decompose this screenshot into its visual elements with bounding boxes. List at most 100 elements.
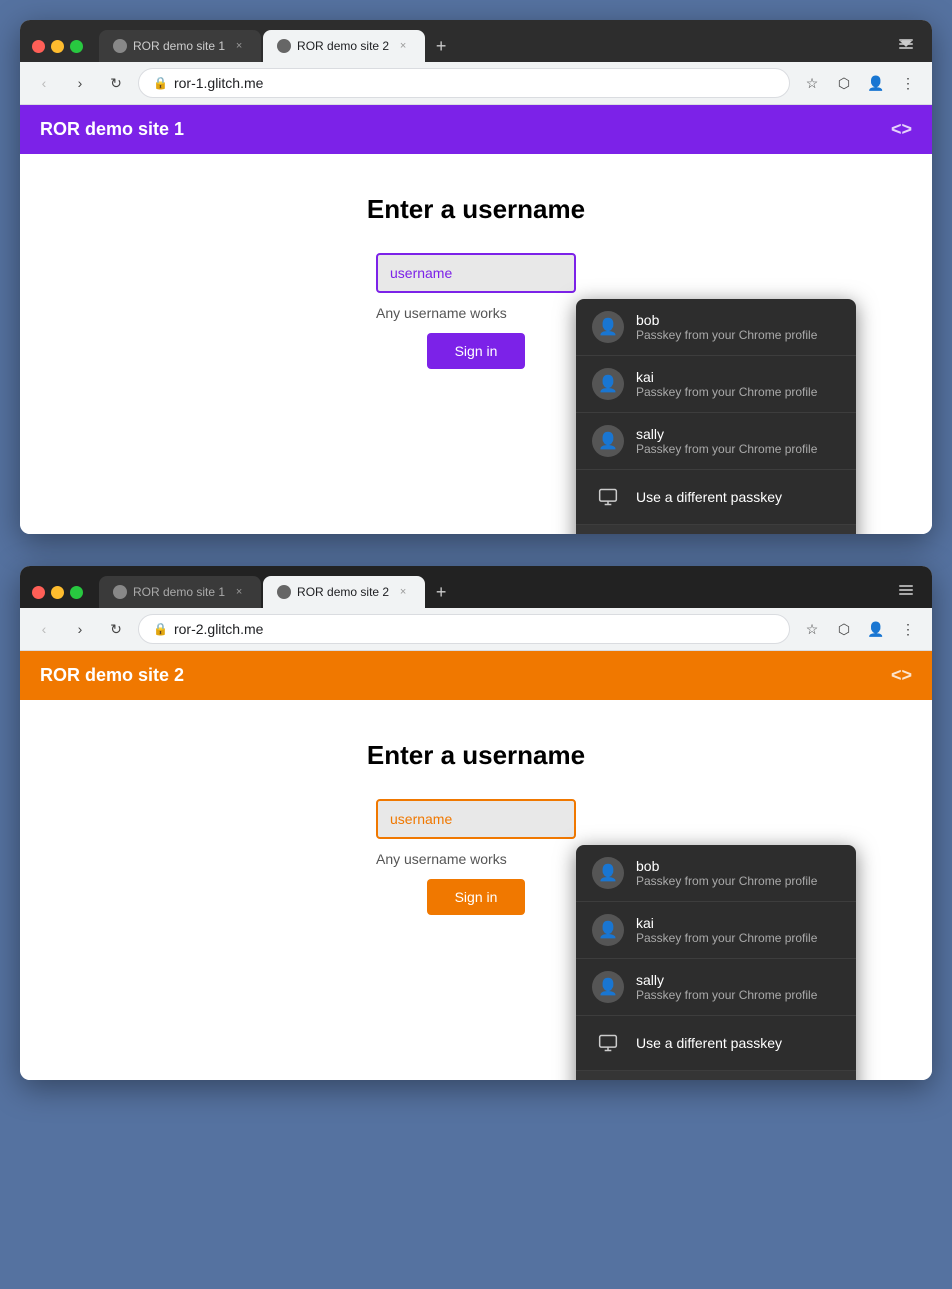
url-text-1: ror-1.glitch.me bbox=[174, 75, 775, 91]
tab-close-3[interactable]: × bbox=[231, 584, 247, 600]
page-title-2: Enter a username bbox=[40, 740, 912, 771]
user-avatar-sally-2: 👤 bbox=[592, 971, 624, 1003]
bookmark-button-1[interactable]: ☆ bbox=[798, 69, 826, 97]
titlebar-1: ROR demo site 1 × ROR demo site 2 × + bbox=[20, 20, 932, 62]
passkey-dropdown-2: 👤 bob Passkey from your Chrome profile 👤… bbox=[576, 845, 856, 1080]
passkey-item-kai-1[interactable]: 👤 kai Passkey from your Chrome profile bbox=[576, 356, 856, 413]
passkey-item-sally-1[interactable]: 👤 sally Passkey from your Chrome profile bbox=[576, 413, 856, 470]
browser-window-2: ROR demo site 1 × ROR demo site 2 × + ‹ … bbox=[20, 566, 932, 1080]
site-title-1: ROR demo site 1 bbox=[40, 119, 184, 140]
extension-button-1[interactable]: ⬡ bbox=[830, 69, 858, 97]
back-button-2[interactable]: ‹ bbox=[30, 615, 58, 643]
manage-passwords-1[interactable]: Manage passwords and passkeys... G🔑 bbox=[576, 525, 856, 534]
passkey-name-sally-2: sally bbox=[636, 972, 817, 988]
refresh-button-2[interactable]: ↻ bbox=[102, 615, 130, 643]
address-bar-1[interactable]: 🔒 ror-1.glitch.me bbox=[138, 68, 790, 98]
tab-2-site1[interactable]: ROR demo site 1 × bbox=[99, 576, 261, 608]
navbar-2: ‹ › ↻ 🔒 ror-2.glitch.me ☆ ⬡ 👤 ⋮ bbox=[20, 608, 932, 651]
maximize-button-2[interactable] bbox=[70, 586, 83, 599]
url-text-2: ror-2.glitch.me bbox=[174, 621, 775, 637]
page-content-2: Enter a username 👤 bob Passkey from your… bbox=[20, 700, 932, 1080]
tab-1-site1[interactable]: ROR demo site 1 × bbox=[99, 30, 261, 62]
passkey-info-bob-1: bob Passkey from your Chrome profile bbox=[636, 312, 817, 342]
address-bar-2[interactable]: 🔒 ror-2.glitch.me bbox=[138, 614, 790, 644]
tab-overflow-1[interactable] bbox=[892, 30, 920, 58]
passkey-sub-kai-1: Passkey from your Chrome profile bbox=[636, 385, 817, 399]
passkey-info-kai-2: kai Passkey from your Chrome profile bbox=[636, 915, 817, 945]
tab-close-4[interactable]: × bbox=[395, 584, 411, 600]
passkey-name-kai-1: kai bbox=[636, 369, 817, 385]
navbar-1: ‹ › ↻ 🔒 ror-1.glitch.me ☆ ⬡ 👤 ⋮ bbox=[20, 62, 932, 105]
tab-overflow-2[interactable] bbox=[892, 576, 920, 604]
tabs-bar-2: ROR demo site 1 × ROR demo site 2 × + bbox=[99, 576, 920, 608]
passkey-sub-bob-1: Passkey from your Chrome profile bbox=[636, 328, 817, 342]
device-icon-1 bbox=[592, 481, 624, 513]
new-tab-button-1[interactable]: + bbox=[427, 32, 455, 60]
use-different-passkey-2[interactable]: Use a different passkey bbox=[576, 1016, 856, 1071]
use-different-passkey-1[interactable]: Use a different passkey bbox=[576, 470, 856, 525]
refresh-button-1[interactable]: ↻ bbox=[102, 69, 130, 97]
site-title-2: ROR demo site 2 bbox=[40, 665, 184, 686]
passkey-name-bob-1: bob bbox=[636, 312, 817, 328]
profile-button-2[interactable]: 👤 bbox=[862, 615, 890, 643]
maximize-button-1[interactable] bbox=[70, 40, 83, 53]
nav-actions-2: ☆ ⬡ 👤 ⋮ bbox=[798, 615, 922, 643]
close-button-2[interactable] bbox=[32, 586, 45, 599]
menu-button-2[interactable]: ⋮ bbox=[894, 615, 922, 643]
profile-button-1[interactable]: 👤 bbox=[862, 69, 890, 97]
username-input-2[interactable] bbox=[376, 799, 576, 839]
code-icon-2[interactable]: <> bbox=[891, 665, 912, 686]
passkey-sub-bob-2: Passkey from your Chrome profile bbox=[636, 874, 817, 888]
user-avatar-kai-1: 👤 bbox=[592, 368, 624, 400]
tab-label-2: ROR demo site 2 bbox=[297, 39, 389, 53]
tab-1-site2[interactable]: ROR demo site 2 × bbox=[263, 30, 425, 62]
nav-actions-1: ☆ ⬡ 👤 ⋮ bbox=[798, 69, 922, 97]
tab-label-3: ROR demo site 1 bbox=[133, 585, 225, 599]
back-button-1[interactable]: ‹ bbox=[30, 69, 58, 97]
titlebar-2: ROR demo site 1 × ROR demo site 2 × + bbox=[20, 566, 932, 608]
passkey-item-sally-2[interactable]: 👤 sally Passkey from your Chrome profile bbox=[576, 959, 856, 1016]
user-avatar-bob-1: 👤 bbox=[592, 311, 624, 343]
form-area-1: 👤 bob Passkey from your Chrome profile 👤… bbox=[40, 253, 912, 369]
site-header-1: ROR demo site 1 <> bbox=[20, 105, 932, 154]
username-input-1[interactable] bbox=[376, 253, 576, 293]
close-button-1[interactable] bbox=[32, 40, 45, 53]
new-tab-button-2[interactable]: + bbox=[427, 578, 455, 606]
bookmark-button-2[interactable]: ☆ bbox=[798, 615, 826, 643]
forward-button-2[interactable]: › bbox=[66, 615, 94, 643]
passkey-item-kai-2[interactable]: 👤 kai Passkey from your Chrome profile bbox=[576, 902, 856, 959]
tab-2-site2[interactable]: ROR demo site 2 × bbox=[263, 576, 425, 608]
page-content-1: Enter a username 👤 bob Passkey from your… bbox=[20, 154, 932, 534]
passkey-item-bob-1[interactable]: 👤 bob Passkey from your Chrome profile bbox=[576, 299, 856, 356]
tabs-bar-1: ROR demo site 1 × ROR demo site 2 × + bbox=[99, 30, 920, 62]
forward-button-1[interactable]: › bbox=[66, 69, 94, 97]
minimize-button-1[interactable] bbox=[51, 40, 64, 53]
passkey-dropdown-1: 👤 bob Passkey from your Chrome profile 👤… bbox=[576, 299, 856, 534]
any-username-text-1: Any username works bbox=[376, 305, 507, 321]
window-controls-1 bbox=[32, 40, 83, 53]
menu-button-1[interactable]: ⋮ bbox=[894, 69, 922, 97]
username-input-wrapper-2: 👤 bob Passkey from your Chrome profile 👤… bbox=[376, 799, 576, 839]
passkey-sub-sally-1: Passkey from your Chrome profile bbox=[636, 442, 817, 456]
tab-favicon-4 bbox=[277, 585, 291, 599]
use-different-label-1: Use a different passkey bbox=[636, 489, 782, 505]
any-username-text-2: Any username works bbox=[376, 851, 507, 867]
tab-close-1[interactable]: × bbox=[231, 38, 247, 54]
signin-button-1[interactable]: Sign in bbox=[427, 333, 526, 369]
extension-button-2[interactable]: ⬡ bbox=[830, 615, 858, 643]
code-icon-1[interactable]: <> bbox=[891, 119, 912, 140]
tab-favicon-2 bbox=[277, 39, 291, 53]
passkey-item-bob-2[interactable]: 👤 bob Passkey from your Chrome profile bbox=[576, 845, 856, 902]
security-icon-2: 🔒 bbox=[153, 622, 168, 636]
passkey-info-sally-2: sally Passkey from your Chrome profile bbox=[636, 972, 817, 1002]
passkey-sub-kai-2: Passkey from your Chrome profile bbox=[636, 931, 817, 945]
passkey-info-bob-2: bob Passkey from your Chrome profile bbox=[636, 858, 817, 888]
signin-button-2[interactable]: Sign in bbox=[427, 879, 526, 915]
user-avatar-bob-2: 👤 bbox=[592, 857, 624, 889]
minimize-button-2[interactable] bbox=[51, 586, 64, 599]
device-icon-2 bbox=[592, 1027, 624, 1059]
tab-close-2[interactable]: × bbox=[395, 38, 411, 54]
manage-passwords-2[interactable]: Manage passwords and passkeys... G🔑 bbox=[576, 1071, 856, 1080]
browser-window-1: ROR demo site 1 × ROR demo site 2 × + ‹ … bbox=[20, 20, 932, 534]
passkey-info-sally-1: sally Passkey from your Chrome profile bbox=[636, 426, 817, 456]
